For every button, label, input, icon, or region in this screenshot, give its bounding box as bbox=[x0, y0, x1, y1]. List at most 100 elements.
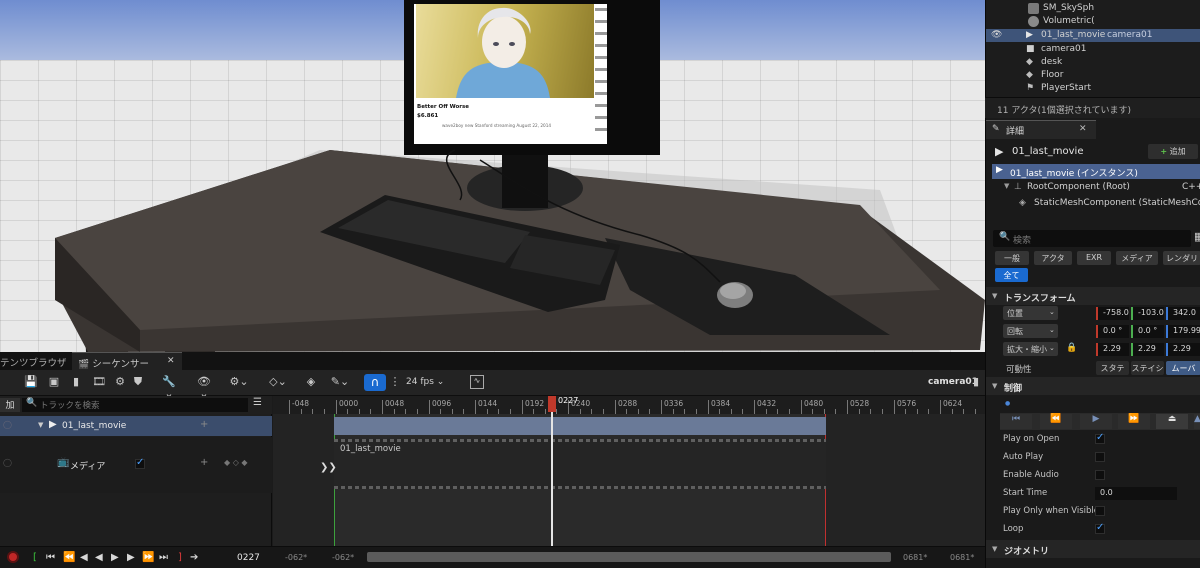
view-range-end[interactable]: 0681* bbox=[903, 553, 927, 562]
track-search-input[interactable]: 🔍 トラックを検索 bbox=[22, 398, 248, 412]
filter-icon[interactable]: ☰ bbox=[253, 397, 262, 408]
filter-general[interactable]: 一般 bbox=[995, 251, 1029, 265]
filter-exr[interactable]: EXR bbox=[1077, 251, 1111, 265]
scale-y-field[interactable]: 2.29 bbox=[1131, 343, 1164, 356]
filter-rendering[interactable]: レンダリ bbox=[1163, 251, 1200, 265]
actor-icon[interactable]: ⚙ bbox=[114, 376, 126, 388]
close-icon[interactable]: ✕ bbox=[167, 356, 175, 366]
control-section-header[interactable]: ▼ 制御 bbox=[986, 377, 1200, 395]
loop-checkbox[interactable] bbox=[1095, 522, 1105, 534]
render-movie-icon[interactable]: 🎞 bbox=[92, 376, 106, 388]
visibility-icon[interactable]: ◯ bbox=[3, 458, 12, 467]
scale-x-field[interactable]: 2.29 bbox=[1096, 343, 1129, 356]
filter-actor[interactable]: アクタ bbox=[1034, 251, 1072, 265]
tab-sequencer[interactable]: 🎬 シーケンサー ✕ bbox=[72, 352, 182, 370]
auto-play-checkbox[interactable] bbox=[1095, 452, 1105, 462]
track-row-movie[interactable]: ◯ ▼ ▶ 01_last_movie + bbox=[0, 416, 272, 436]
working-range-end[interactable]: 0681* bbox=[950, 553, 974, 562]
rotation-z-field[interactable]: 179.99 bbox=[1166, 325, 1200, 338]
reverse-play-icon[interactable]: ◀ bbox=[95, 553, 103, 563]
timeline-area[interactable]: -048 0000 0048 0096 0144 0192 0240 0288 0336 0384… bbox=[273, 396, 985, 546]
outliner-row-floor[interactable]: ◆ Floor bbox=[986, 69, 1200, 82]
track-row-media[interactable]: ◯ 📺 メディア + ◆ ◇ ◆ bbox=[0, 437, 272, 493]
location-dropdown[interactable]: 位置 ⌄ bbox=[1003, 306, 1058, 320]
media-section[interactable]: 01_last_movie bbox=[334, 439, 826, 489]
play-button[interactable]: ▶ bbox=[1080, 414, 1112, 429]
scale-dropdown[interactable]: 拡大・縮小 ⌄ bbox=[1003, 342, 1058, 356]
add-subtrack-icon[interactable]: + bbox=[200, 419, 208, 430]
location-y-field[interactable]: -103.0 bbox=[1131, 307, 1164, 320]
level-viewport[interactable]: Better Off Worse $6.861 wave2boy new Sta… bbox=[0, 0, 985, 352]
view-eye-icon[interactable]: 👁⌄ bbox=[193, 376, 215, 400]
jump-end-icon[interactable]: ⏭ bbox=[159, 553, 168, 563]
playback-options-icon[interactable]: ⚙⌄ bbox=[228, 376, 250, 388]
add-track-button[interactable]: 加 bbox=[0, 398, 20, 412]
current-frame-field[interactable]: 0227 bbox=[237, 553, 260, 563]
outliner-row-playerstart[interactable]: ⚑ PlayerStart bbox=[986, 82, 1200, 95]
add-key-icon[interactable]: + bbox=[200, 457, 208, 468]
mobility-movable[interactable]: ムーバ bbox=[1166, 361, 1200, 375]
browse-icon[interactable]: ▣ bbox=[48, 376, 60, 388]
details-search-input[interactable]: 🔍 検索 bbox=[993, 230, 1191, 247]
play-only-visible-checkbox[interactable] bbox=[1095, 506, 1105, 516]
set-start-icon[interactable]: [ bbox=[33, 553, 37, 563]
outliner-row-last-movie[interactable]: 👁 ▶ 01_last_movie camera01 bbox=[986, 29, 1200, 42]
scale-z-field[interactable]: 2.29 bbox=[1166, 343, 1200, 356]
geometry-section-header[interactable]: ▼ ジオメトリ bbox=[986, 540, 1200, 558]
play-icon[interactable]: ▶ bbox=[111, 553, 119, 563]
outliner-row-skysphere[interactable]: SM_SkySph bbox=[986, 2, 1200, 15]
tab-details[interactable]: ✎ 詳細 ✕ bbox=[986, 120, 1096, 139]
add-component-button[interactable]: + 追加 bbox=[1148, 144, 1198, 159]
visibility-icon[interactable]: ◯ bbox=[3, 420, 12, 429]
outliner-row-camera01[interactable]: ■ camera01 bbox=[986, 43, 1200, 56]
rotation-x-field[interactable]: 0.0 ° bbox=[1096, 325, 1129, 338]
save-icon[interactable]: 💾 bbox=[24, 376, 38, 388]
timeline-scrollbar[interactable] bbox=[367, 552, 891, 562]
stop-button[interactable]: ⏏ bbox=[1156, 414, 1188, 429]
rotation-dropdown[interactable]: 回転 ⌄ bbox=[1003, 324, 1058, 338]
next-key-icon[interactable]: ⏩ bbox=[142, 553, 154, 563]
expand-arrow-icon[interactable]: ▼ bbox=[38, 421, 43, 429]
outliner-row-desk[interactable]: ◆ desk bbox=[986, 56, 1200, 69]
filter-media[interactable]: メディア bbox=[1116, 251, 1158, 265]
rewind-start-button[interactable]: ⏮ bbox=[1000, 414, 1032, 429]
edit-icon[interactable]: ✎⌄ bbox=[330, 376, 350, 388]
camera-icon[interactable]: ▮ bbox=[70, 376, 82, 388]
curve-editor-icon[interactable]: ∿ bbox=[470, 375, 484, 389]
prev-frame-icon[interactable]: ◀ bbox=[80, 553, 88, 563]
enable-audio-checkbox[interactable] bbox=[1095, 470, 1105, 480]
camera-lock-icon[interactable]: ▮ bbox=[970, 376, 982, 388]
expand-arrow-icon[interactable]: ▼ bbox=[1004, 182, 1009, 190]
instance-row[interactable]: ▶ 01_last_movie (インスタンス) bbox=[992, 164, 1200, 179]
location-z-field[interactable]: 342.0 bbox=[1166, 307, 1200, 320]
loop-icon[interactable]: ➔ bbox=[190, 553, 198, 563]
wrench-icon[interactable]: 🔧⌄ bbox=[158, 376, 180, 400]
movie-section-bar[interactable] bbox=[334, 417, 826, 435]
record-button[interactable] bbox=[7, 551, 19, 563]
media-track-checkbox[interactable] bbox=[135, 457, 145, 469]
eject-button[interactable]: ▲ bbox=[1194, 414, 1200, 429]
key-icon[interactable]: ◇⌄ bbox=[266, 376, 290, 388]
eye-icon[interactable]: 👁 bbox=[991, 30, 1002, 41]
prev-key-icon[interactable]: ⏪ bbox=[63, 553, 75, 563]
close-icon[interactable]: ✕ bbox=[1079, 124, 1087, 134]
root-component-row[interactable]: ▼ ⊥ RootComponent (Root) C++ bbox=[992, 181, 1200, 195]
transform-icon[interactable]: ⛊ bbox=[132, 376, 144, 388]
forward-button[interactable]: ⏩ bbox=[1118, 414, 1150, 429]
playhead-handle[interactable] bbox=[548, 396, 556, 412]
outliner-row-volumetric[interactable]: Volumetric( bbox=[986, 15, 1200, 28]
transform-section-header[interactable]: ▼ トランスフォーム bbox=[986, 287, 1200, 305]
location-x-field[interactable]: -758.0 bbox=[1096, 307, 1129, 320]
lock-icon[interactable]: 🔒 bbox=[1066, 343, 1077, 353]
key-nav-icon[interactable]: ◆ ◇ ◆ bbox=[224, 458, 248, 467]
start-time-field[interactable]: 0.0 bbox=[1095, 487, 1177, 500]
set-end-icon[interactable]: ] bbox=[178, 553, 182, 563]
auto-key-icon[interactable]: ◈ bbox=[305, 376, 317, 388]
rotation-y-field[interactable]: 0.0 ° bbox=[1131, 325, 1164, 338]
fps-dropdown[interactable]: 24 fps ⌄ bbox=[406, 377, 444, 387]
more-options-icon[interactable]: ⋮ bbox=[389, 376, 401, 388]
grid-view-icon[interactable]: ▦ bbox=[1194, 230, 1200, 243]
static-mesh-component-row[interactable]: ◈ StaticMeshComponent (StaticMeshCompon bbox=[992, 197, 1200, 211]
mobility-static[interactable]: スタテ bbox=[1096, 361, 1129, 375]
working-range-start[interactable]: -062* bbox=[332, 553, 354, 562]
